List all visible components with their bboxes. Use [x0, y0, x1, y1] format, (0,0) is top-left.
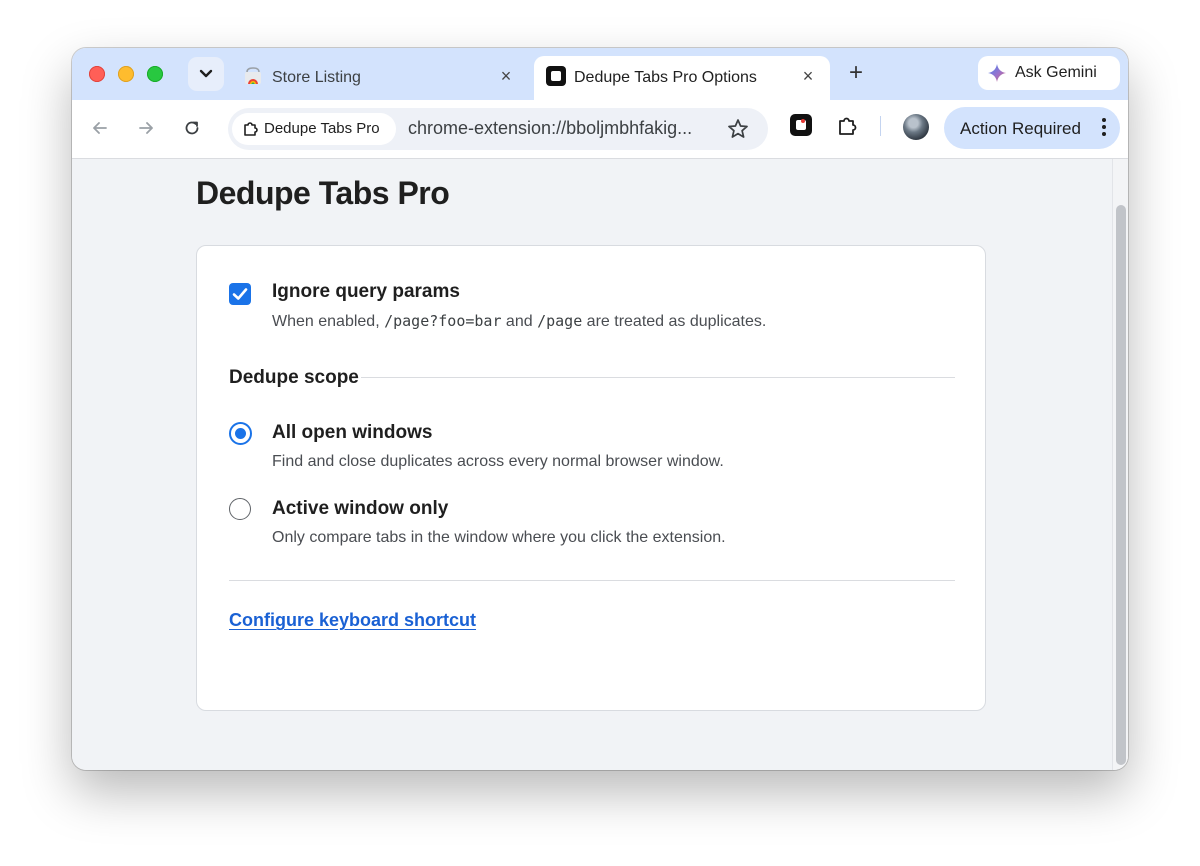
url-text[interactable]: chrome-extension://bboljmbhfakig... [408, 118, 692, 139]
desc-text: are treated as duplicates. [582, 313, 767, 330]
minimize-window-button[interactable] [118, 66, 134, 82]
extension-badge-dot [801, 119, 805, 123]
web-store-icon [245, 67, 261, 84]
reload-icon [185, 121, 199, 135]
checkmark-icon [232, 288, 248, 300]
radio-active-window-title[interactable]: Active window only [272, 498, 448, 520]
browser-window: Store Listing × Dedupe Tabs Pro Options … [72, 48, 1128, 770]
section-label: Dedupe scope [229, 367, 361, 389]
close-window-button[interactable] [89, 66, 105, 82]
options-card: Ignore query params When enabled, /page?… [196, 245, 986, 711]
scrollbar-thumb[interactable] [1116, 205, 1126, 765]
tab-strip: Store Listing × Dedupe Tabs Pro Options … [72, 48, 1128, 100]
page-content: Dedupe Tabs Pro Ignore query params When… [72, 159, 1128, 770]
tab-search-button[interactable] [188, 57, 224, 91]
gemini-sparkle-icon [988, 64, 1006, 82]
card-divider [229, 580, 955, 581]
ask-gemini-button[interactable]: Ask Gemini [978, 56, 1120, 90]
tab-title: Dedupe Tabs Pro Options [574, 69, 757, 86]
radio-all-windows-title[interactable]: All open windows [272, 422, 432, 444]
configure-shortcut-link[interactable]: Configure keyboard shortcut [229, 610, 476, 631]
toolbar-divider [880, 116, 881, 136]
tab-close-button[interactable]: × [798, 66, 818, 86]
profile-avatar[interactable] [903, 114, 929, 140]
radio-all-windows-description: Find and close duplicates across every n… [272, 453, 724, 470]
ask-gemini-label: Ask Gemini [1015, 64, 1097, 81]
action-required-button[interactable]: Action Required [944, 107, 1120, 149]
tab-close-button[interactable]: × [496, 66, 516, 86]
dedupe-extension-icon[interactable] [790, 114, 812, 136]
code-snippet: /page [537, 312, 583, 330]
dedupe-scope-section: Dedupe scope [229, 366, 955, 390]
site-chip-label: Dedupe Tabs Pro [264, 120, 380, 137]
chevron-down-icon [199, 69, 213, 78]
ignore-query-title[interactable]: Ignore query params [272, 281, 460, 303]
site-info-chip[interactable]: Dedupe Tabs Pro [232, 113, 396, 145]
desc-text: and [501, 313, 538, 330]
action-required-label: Action Required [960, 119, 1081, 138]
extensions-puzzle-icon[interactable] [836, 114, 860, 138]
tab-dedupe-options[interactable]: Dedupe Tabs Pro Options × [534, 56, 830, 100]
omnibox[interactable]: Dedupe Tabs Pro chrome-extension://bbolj… [228, 108, 768, 150]
extension-favicon-icon [546, 66, 566, 86]
radio-active-window[interactable] [229, 498, 251, 520]
forward-arrow-icon [139, 122, 153, 134]
more-menu-icon [1102, 118, 1106, 138]
tab-store-listing[interactable]: Store Listing × [232, 56, 528, 100]
bookmark-star-icon[interactable] [726, 117, 750, 141]
section-divider [359, 377, 955, 378]
maximize-window-button[interactable] [147, 66, 163, 82]
radio-all-windows[interactable] [229, 422, 252, 445]
ignore-query-checkbox[interactable] [229, 283, 251, 305]
ignore-query-description: When enabled, /page?foo=bar and /page ar… [272, 312, 766, 331]
code-snippet: /page?foo=bar [384, 312, 502, 330]
back-button[interactable] [88, 116, 112, 140]
back-arrow-icon [93, 122, 107, 134]
tab-title: Store Listing [272, 69, 361, 86]
new-tab-button[interactable]: + [844, 61, 868, 86]
forward-button[interactable] [134, 116, 158, 140]
reload-button[interactable] [180, 116, 204, 140]
radio-active-window-description: Only compare tabs in the window where yo… [272, 529, 726, 546]
desc-text: When enabled, [272, 313, 385, 330]
extension-puzzle-icon [244, 122, 258, 136]
page-title: Dedupe Tabs Pro [196, 175, 450, 211]
